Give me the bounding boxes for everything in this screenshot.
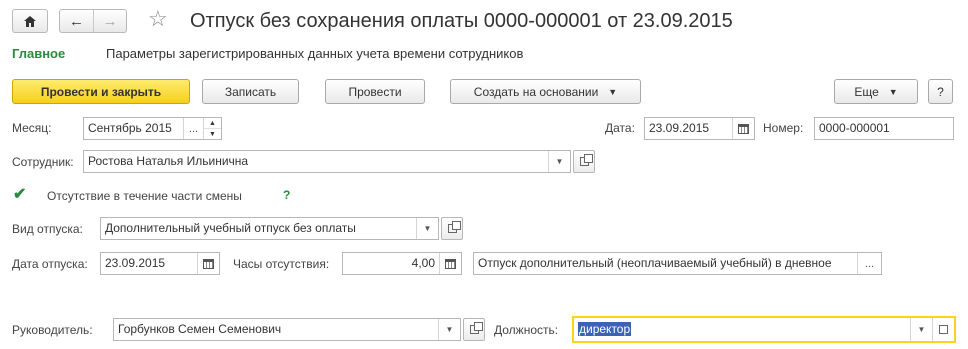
hours-label: Часы отсутствия: (233, 257, 330, 271)
open-form-icon (939, 325, 948, 334)
month-field[interactable]: Сентябрь 2015 ... ▲ ▼ (83, 117, 222, 140)
arrow-right-icon: → (102, 12, 118, 30)
open-form-icon (579, 154, 593, 166)
forward-button[interactable]: → (93, 10, 126, 32)
more-button[interactable]: Еще ▼ (834, 79, 918, 104)
leave-type-field[interactable]: Дополнительный учебный отпуск без оплаты… (100, 217, 439, 240)
employee-value: Ростова Наталья Ильинична (88, 154, 249, 168)
number-label: Номер: (763, 121, 804, 135)
open-form-icon (469, 322, 483, 334)
number-field[interactable]: 0000-000001 (814, 117, 954, 140)
chevron-down-icon[interactable]: ▼ (548, 151, 570, 172)
open-employee-button[interactable] (573, 150, 595, 173)
manager-field[interactable]: Горбунков Семен Семенович ▼ (113, 318, 461, 341)
spin-down-icon[interactable]: ▼ (204, 128, 221, 139)
back-button[interactable]: ← (60, 10, 93, 32)
help-link-icon[interactable]: ? (283, 188, 290, 202)
description-value: Отпуск дополнительный (неоплачиваемый уч… (478, 256, 832, 270)
month-value: Сентябрь 2015 (88, 121, 172, 135)
month-label: Месяц: (12, 121, 52, 135)
calendar-icon[interactable] (732, 118, 754, 139)
description-field[interactable]: Отпуск дополнительный (неоплачиваемый уч… (473, 252, 882, 275)
spin-up-icon[interactable]: ▲ (204, 118, 221, 128)
open-position-button[interactable] (932, 318, 954, 341)
home-button[interactable] (12, 9, 48, 33)
dropdown-arrow-icon: ▼ (888, 86, 898, 97)
hours-value: 4,00 (411, 256, 435, 270)
more-label: Еще (854, 84, 879, 99)
leave-date-value: 23.09.2015 (105, 256, 166, 270)
chevron-down-icon[interactable]: ▼ (416, 218, 438, 239)
create-based-on-label: Создать на основании (473, 84, 599, 99)
save-button[interactable]: Записать (202, 79, 299, 104)
position-value-wrap: директор (574, 318, 910, 341)
help-button[interactable]: ? (928, 79, 953, 104)
chevron-down-icon[interactable]: ▼ (438, 319, 460, 340)
arrow-left-icon: ← (69, 12, 84, 30)
month-spinner[interactable]: ▲ ▼ (203, 118, 221, 139)
leave-type-label: Вид отпуска: (12, 222, 83, 236)
create-based-on-button[interactable]: Создать на основании ▼ (450, 79, 641, 104)
position-label: Должность: (494, 323, 559, 337)
chevron-down-icon[interactable]: ▼ (910, 318, 932, 341)
number-value: 0000-000001 (819, 121, 890, 135)
tab-main[interactable]: Главное (12, 46, 65, 61)
leave-type-value: Дополнительный учебный отпуск без оплаты (105, 221, 356, 235)
open-form-icon (447, 221, 461, 233)
home-icon (24, 15, 36, 27)
history-navigation: ← → (59, 9, 127, 33)
hours-field[interactable]: 4,00 (342, 252, 462, 275)
post-and-close-button[interactable]: Провести и закрыть (12, 79, 190, 104)
page-title: Отпуск без сохранения оплаты 0000-000001… (190, 10, 733, 32)
star-icon[interactable]: ☆ (148, 6, 168, 32)
post-button[interactable]: Провести (325, 79, 425, 104)
employee-label: Сотрудник: (12, 155, 74, 169)
manager-value: Горбунков Семен Семенович (118, 322, 282, 336)
position-field[interactable]: директор ▼ (572, 316, 956, 343)
open-manager-button[interactable] (463, 318, 485, 341)
position-value: директор (578, 322, 632, 336)
date-label: Дата: (605, 121, 635, 135)
partial-shift-label: Отсутствие в течение части смены (47, 189, 242, 203)
manager-label: Руководитель: (12, 323, 93, 337)
ellipsis-icon[interactable]: ... (857, 253, 881, 274)
tab-time-tracking-params[interactable]: Параметры зарегистрированных данных учет… (106, 46, 523, 61)
partial-shift-checkbox[interactable]: ✔ (13, 184, 26, 204)
leave-date-field[interactable]: 23.09.2015 (100, 252, 220, 275)
date-field[interactable]: 23.09.2015 (644, 117, 755, 140)
calculator-icon[interactable] (439, 253, 461, 274)
ellipsis-icon[interactable]: ... (183, 118, 203, 139)
dropdown-arrow-icon: ▼ (608, 86, 618, 97)
leave-date-label: Дата отпуска: (12, 257, 88, 271)
date-value: 23.09.2015 (649, 121, 710, 135)
open-leave-type-button[interactable] (441, 217, 463, 240)
employee-field[interactable]: Ростова Наталья Ильинична ▼ (83, 150, 571, 173)
calendar-icon[interactable] (197, 253, 219, 274)
